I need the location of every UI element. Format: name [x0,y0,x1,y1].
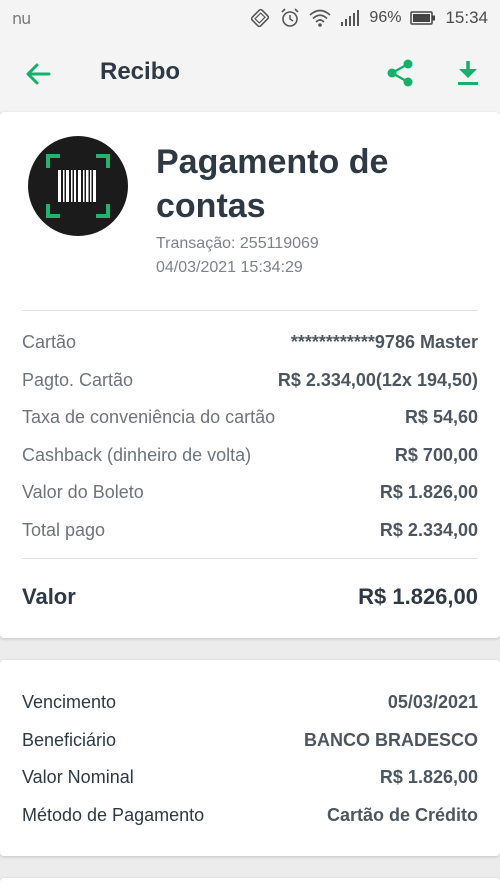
share-button[interactable] [384,57,416,89]
divider [22,310,478,311]
list-item: Beneficiário BANCO BRADESCO [22,729,478,750]
receipt-details-list: Cartão ************9786 Master Pagto. Ca… [22,324,478,549]
status-bar: nu 96% 15:34 [0,0,500,36]
total-value: R$ 1.826,00 [358,584,478,609]
list-item: Taxa de conveniência do cartão R$ 54,60 [22,407,478,428]
barcode-avatar [28,136,128,236]
alarm-icon [280,8,300,28]
total-label: Valor [22,584,76,609]
page-title: Recibo [100,58,181,85]
list-item: Método de Pagamento Cartão de Crédito [22,804,478,825]
share-icon [387,59,413,87]
list-item: Total pago R$ 2.334,00 [22,519,478,540]
app-bar: Recibo [0,36,500,112]
back-button[interactable] [22,58,54,90]
download-button[interactable] [452,57,484,89]
barcode-icon [46,154,110,218]
status-icons: 96% 15:34 [249,8,488,28]
clock: 15:34 [445,8,488,27]
receipt-title: Pagamento de contas [156,143,389,225]
battery-percent: 96% [369,9,402,26]
list-item: Valor Nominal R$ 1.826,00 [22,767,478,788]
transaction-meta: Transação: 255119069 04/03/2021 15:34:29 [156,232,319,280]
receipt-card: Pagamento de contas Transação: 255119069… [0,112,500,638]
divider [22,558,478,559]
vibrate-icon [249,8,271,28]
signal-icon [340,9,360,27]
list-item: Pagto. Cartão R$ 2.334,00(12x 194,50) [22,369,478,390]
list-item: Cartão ************9786 Master [22,332,478,353]
list-item: Vencimento 05/03/2021 [22,692,478,713]
boleto-details-card: Vencimento 05/03/2021 Beneficiário BANCO… [0,660,500,856]
app-notification-icon: nu [12,8,31,28]
total-row: Valor R$ 1.826,00 [22,584,478,610]
list-item: Valor do Boleto R$ 1.826,00 [22,482,478,503]
next-card [0,878,500,889]
wifi-icon [309,8,331,28]
boleto-details-list: Vencimento 05/03/2021 Beneficiário BANCO… [22,684,478,834]
transaction-id: Transação: 255119069 [156,235,319,252]
transaction-datetime: 04/03/2021 15:34:29 [156,259,303,276]
back-arrow-icon [26,63,51,85]
download-icon [458,61,478,85]
list-item: Cashback (dinheiro de volta) R$ 700,00 [22,444,478,465]
battery-icon [410,10,436,26]
